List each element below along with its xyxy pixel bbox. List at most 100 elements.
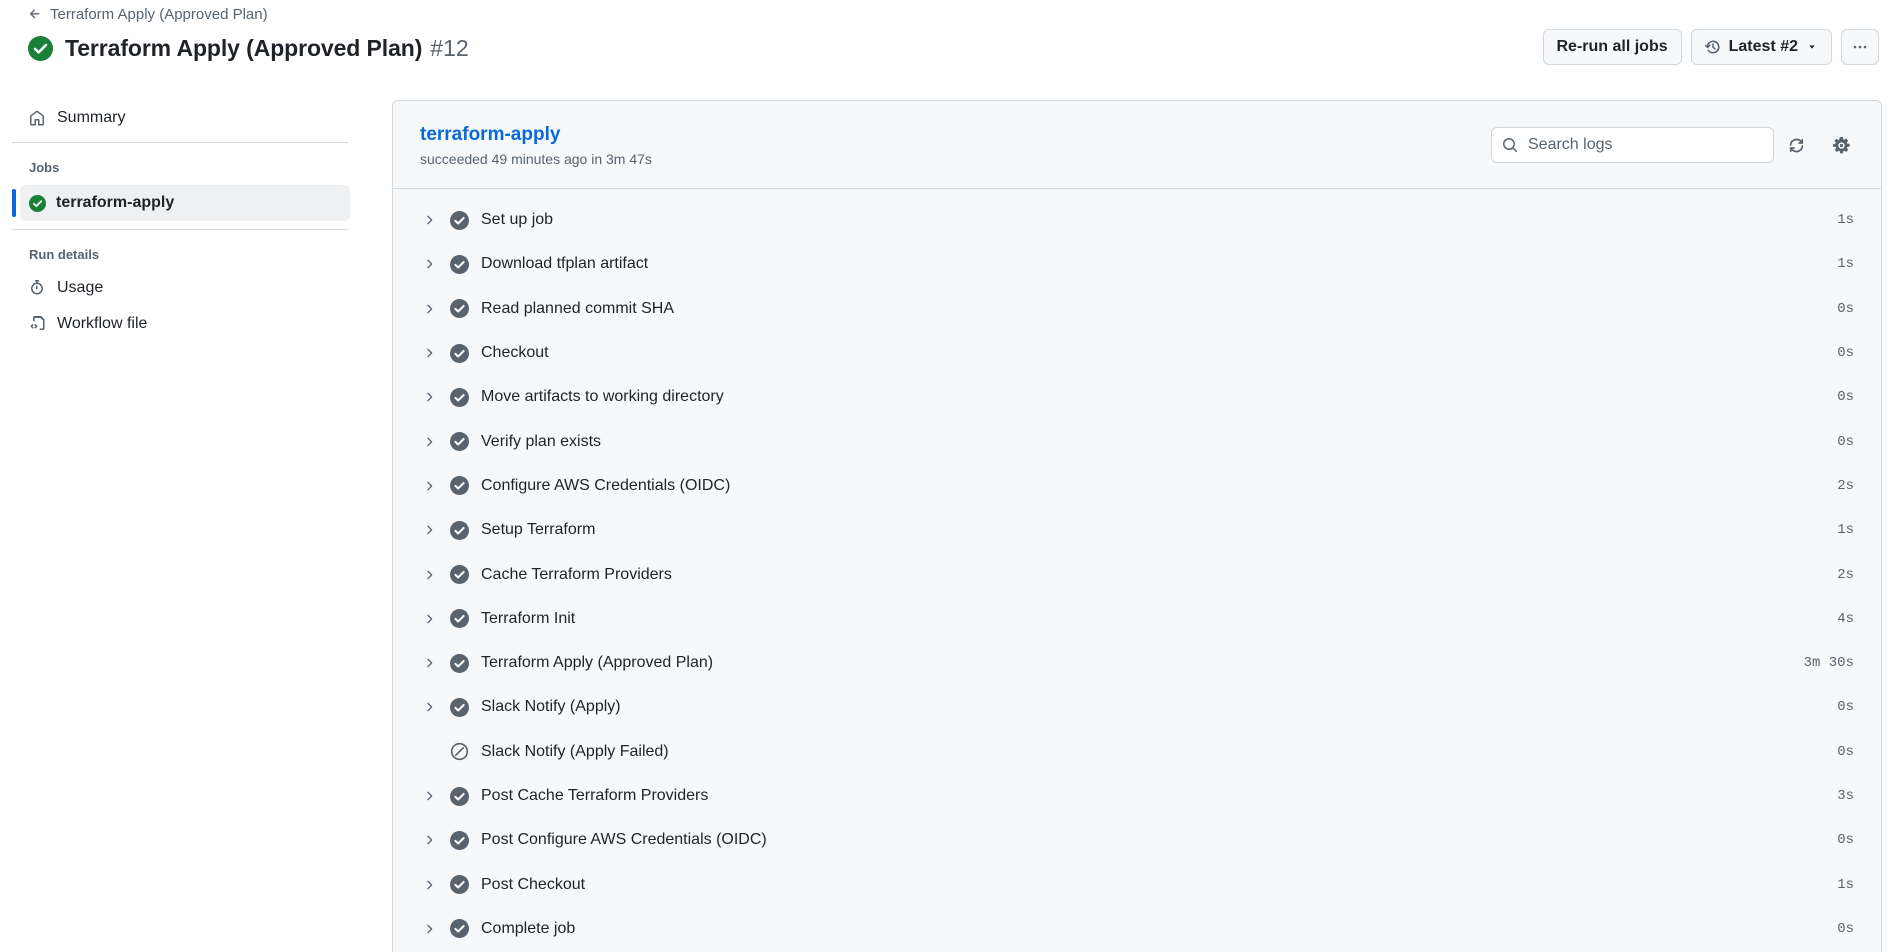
page-title-row: Terraform Apply (Approved Plan) #12: [28, 32, 469, 64]
chevron-right-icon[interactable]: [422, 612, 436, 626]
stopwatch-icon: [31, 280, 43, 295]
chevron-right-icon[interactable]: [422, 922, 436, 936]
chevron-right-icon[interactable]: [422, 479, 436, 493]
step-name: Download tfplan artifact: [481, 255, 649, 273]
sidebar-item-workflow-file[interactable]: Workflow file: [12, 306, 348, 342]
step-row[interactable]: Download tfplan artifact 1s: [393, 242, 1881, 286]
search-icon: [1503, 138, 1517, 152]
sidebar-job-label: terraform-apply: [56, 194, 175, 211]
step-duration: 2s: [1837, 477, 1854, 494]
step-duration: 1s: [1837, 876, 1854, 893]
log-settings-button[interactable]: [1831, 135, 1851, 155]
step-name: Cache Terraform Providers: [481, 565, 672, 583]
step-duration: 1s: [1837, 522, 1854, 539]
step-duration: 0s: [1837, 389, 1854, 406]
chevron-right-icon[interactable]: [422, 257, 436, 271]
chevron-right-icon[interactable]: [422, 568, 436, 582]
step-duration: 0s: [1837, 345, 1854, 362]
step-duration: 4s: [1837, 610, 1854, 627]
step-name: Verify plan exists: [481, 432, 602, 450]
search-logs[interactable]: [1491, 127, 1774, 163]
step-name: Move artifacts to working directory: [481, 388, 724, 406]
step-name: Configure AWS Credentials (OIDC): [481, 476, 731, 494]
chevron-right-icon[interactable]: [422, 656, 436, 670]
step-name: Post Checkout: [481, 875, 586, 893]
refresh-button[interactable]: [1786, 135, 1806, 155]
run-details-heading: Run details: [29, 246, 100, 262]
chevron-right-icon[interactable]: [422, 213, 436, 227]
page-title: Terraform Apply (Approved Plan): [65, 34, 423, 61]
step-duration: 0s: [1837, 300, 1854, 317]
chevron-right-icon[interactable]: [422, 789, 436, 803]
sidebar-divider: [12, 142, 348, 143]
step-name: Slack Notify (Apply): [481, 698, 621, 716]
sync-icon: [1789, 138, 1803, 152]
attempt-select-button[interactable]: Latest #2: [1690, 29, 1832, 65]
check-circle-icon: [450, 343, 469, 363]
step-duration: 3s: [1837, 788, 1854, 804]
check-circle-icon: [450, 653, 469, 673]
step-name: Terraform Init: [481, 609, 576, 627]
check-circle-icon: [450, 299, 469, 319]
chevron-right-icon[interactable]: [422, 878, 436, 892]
step-duration: 0s: [1837, 699, 1854, 716]
gear-icon: [1832, 136, 1850, 153]
sidebar-item-summary-label: Summary: [57, 109, 126, 126]
sidebar-item-usage-label: Usage: [57, 279, 104, 296]
step-name: Post Configure AWS Credentials (OIDC): [481, 831, 767, 849]
step-duration: 0s: [1837, 832, 1854, 849]
chevron-right-icon[interactable]: [422, 435, 436, 449]
step-row[interactable]: Post Cache Terraform Providers 3s: [393, 774, 1881, 818]
file-code-icon: [30, 316, 45, 330]
check-circle-icon: [450, 786, 469, 806]
home-icon: [30, 110, 44, 126]
step-row[interactable]: Terraform Apply (Approved Plan) 3m 30s: [393, 641, 1881, 685]
sidebar-item-summary[interactable]: Summary: [12, 100, 348, 136]
step-duration: 0s: [1837, 433, 1854, 450]
check-circle-icon: [450, 830, 469, 850]
chevron-right-icon[interactable]: [422, 700, 436, 714]
job-meta: succeeded 49 minutes ago in 3m 47s: [420, 151, 652, 167]
step-row[interactable]: Slack Notify (Apply) 0s: [393, 685, 1881, 729]
step-name: Post Cache Terraform Providers: [481, 787, 709, 804]
more-options-button[interactable]: [1841, 29, 1879, 65]
chevron-right-icon[interactable]: [422, 390, 436, 404]
chevron-right-icon[interactable]: [422, 346, 436, 360]
step-name: Slack Notify (Apply Failed): [481, 742, 669, 760]
sidebar-item-terraform-apply[interactable]: terraform-apply: [12, 185, 350, 221]
back-link[interactable]: Terraform Apply (Approved Plan): [28, 4, 268, 24]
chevron-right-icon[interactable]: [422, 302, 436, 316]
step-row[interactable]: Terraform Init 4s: [393, 597, 1881, 641]
step-row[interactable]: Post Checkout 1s: [393, 862, 1881, 906]
step-row[interactable]: Set up job 1s: [393, 198, 1881, 242]
step-row[interactable]: Verify plan exists 0s: [393, 419, 1881, 463]
step-row[interactable]: Read planned commit SHA 0s: [393, 287, 1881, 331]
chevron-right-icon[interactable]: [422, 833, 436, 847]
job-log-panel: terraform-apply succeeded 49 minutes ago…: [392, 100, 1882, 952]
step-duration: 1s: [1837, 212, 1854, 229]
step-name: Setup Terraform: [481, 521, 596, 539]
step-row[interactable]: Checkout 0s: [393, 331, 1881, 375]
step-name: Checkout: [481, 344, 549, 362]
step-row[interactable]: Move artifacts to working directory 0s: [393, 375, 1881, 419]
search-logs-input[interactable]: [1528, 136, 1758, 154]
step-duration: 0s: [1837, 920, 1854, 937]
skip-icon: [450, 743, 469, 761]
step-row[interactable]: Setup Terraform 1s: [393, 508, 1881, 552]
check-circle-icon: [450, 565, 469, 585]
sidebar-item-usage[interactable]: Usage: [12, 270, 348, 306]
step-row[interactable]: Post Configure AWS Credentials (OIDC) 0s: [393, 818, 1881, 862]
check-circle-icon: [450, 520, 469, 540]
job-title-link[interactable]: terraform-apply: [420, 124, 560, 146]
check-circle-icon: [450, 697, 469, 717]
rerun-all-jobs-button[interactable]: Re-run all jobs: [1542, 29, 1682, 65]
sidebar: Summary Jobs terraform-apply Run details…: [12, 100, 350, 342]
back-link-label: Terraform Apply (Approved Plan): [50, 5, 268, 23]
chevron-right-icon[interactable]: [422, 523, 436, 537]
job-header: terraform-apply succeeded 49 minutes ago…: [393, 101, 1881, 189]
history-icon: [1704, 40, 1720, 54]
step-row[interactable]: Configure AWS Credentials (OIDC) 2s: [393, 464, 1881, 508]
step-row[interactable]: Complete job 0s: [393, 907, 1881, 951]
step-row[interactable]: Cache Terraform Providers 2s: [393, 552, 1881, 596]
step-name: Read planned commit SHA: [481, 299, 674, 317]
